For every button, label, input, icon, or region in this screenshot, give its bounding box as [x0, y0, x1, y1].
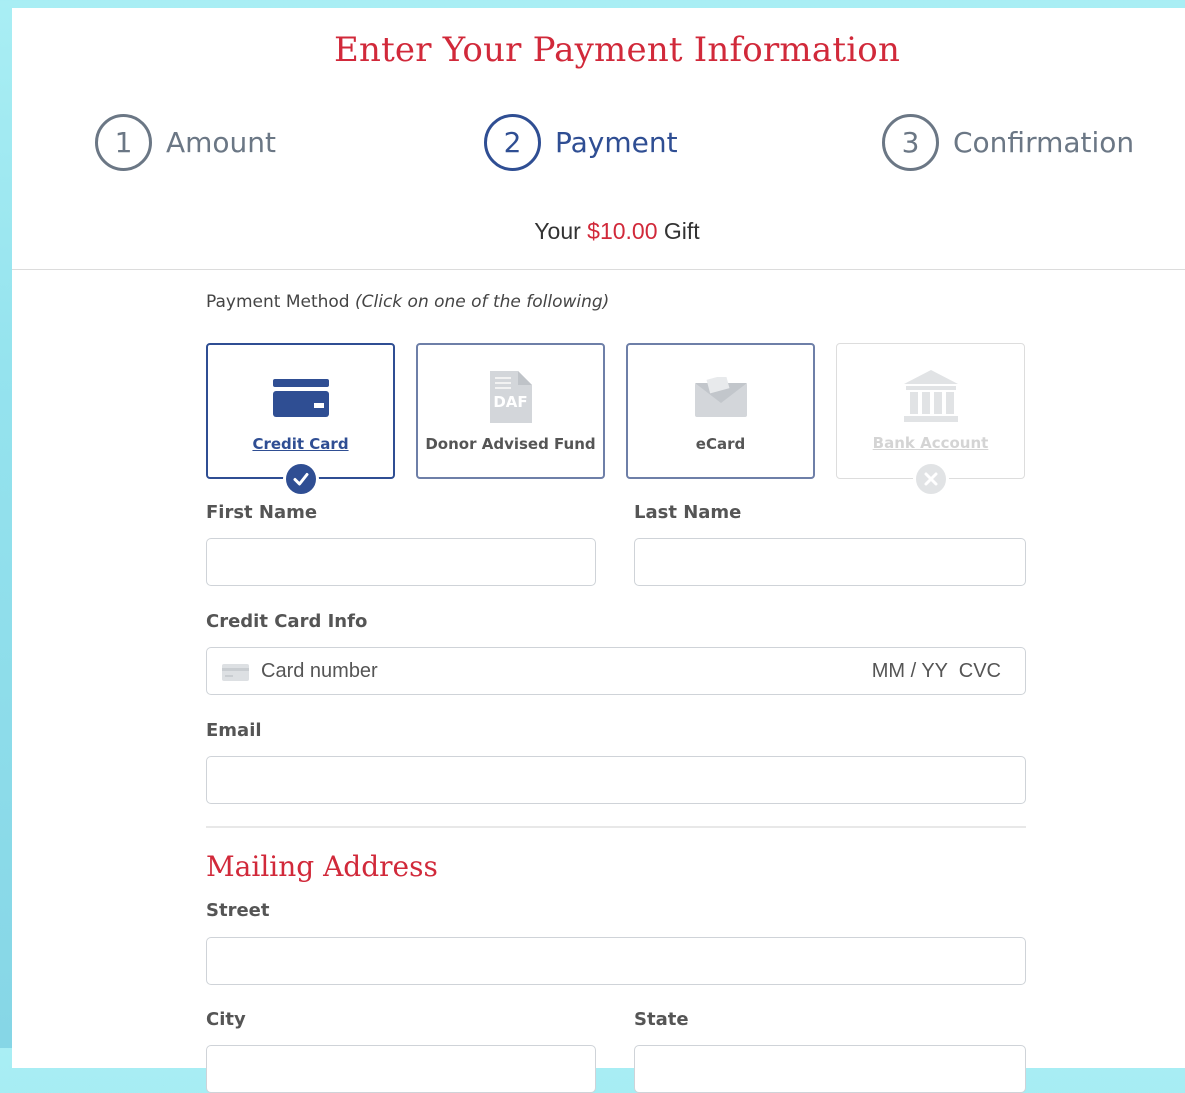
step-number-circle: 3 [882, 114, 939, 171]
section-divider [206, 826, 1026, 828]
payment-method-label: Payment Method (Click on one of the foll… [206, 292, 610, 312]
envelope-icon [694, 377, 747, 417]
card-number-input[interactable]: Card number MM / YY CVC [206, 647, 1026, 695]
city-input[interactable] [206, 1045, 596, 1093]
last-name-input[interactable] [634, 538, 1026, 586]
payment-option-bank-account[interactable]: Bank Account [836, 343, 1025, 479]
daf-icon-text: DAF [493, 393, 528, 411]
mailing-address-heading: Mailing Address [206, 850, 438, 883]
gift-summary: Your $10.00 Gift [12, 218, 1185, 245]
card-number-placeholder: Card number [261, 660, 378, 682]
payment-option-label: Credit Card [252, 435, 349, 453]
credit-card-icon [272, 379, 329, 417]
payment-option-label: Bank Account [872, 434, 989, 452]
payment-option-donor-advised-fund[interactable]: DAF Donor Advised Fund [416, 343, 605, 479]
city-label: City [206, 1009, 246, 1030]
selected-check-icon [283, 461, 319, 497]
page-title: Enter Your Payment Information [333, 30, 901, 70]
gift-amount: $10.00 [587, 218, 658, 244]
gift-suffix: Gift [663, 218, 700, 244]
payment-option-label: Donor Advised Fund [425, 435, 596, 453]
step-label: Amount [166, 126, 277, 159]
last-name-label: Last Name [634, 502, 742, 523]
street-label: Street [206, 900, 270, 921]
card-expiry-cvc-placeholder: MM / YY CVC [871, 660, 1001, 682]
credit-card-info-label: Credit Card Info [206, 611, 368, 632]
first-name-label: First Name [206, 502, 318, 523]
payment-option-credit-card[interactable]: Credit Card [206, 343, 395, 479]
payment-panel: Enter Your Payment Information 1 Amount … [12, 8, 1185, 1093]
card-placeholder-icon [222, 664, 249, 681]
unavailable-x-icon [913, 461, 949, 497]
step-amount: 1 Amount [95, 114, 276, 171]
email-input[interactable] [206, 756, 1026, 804]
state-label: State [634, 1009, 689, 1030]
payment-option-label: eCard [695, 435, 746, 453]
payment-option-ecard[interactable]: eCard [626, 343, 815, 479]
step-label: Confirmation [953, 126, 1135, 159]
step-payment: 2 Payment [484, 114, 678, 171]
step-label: Payment [555, 126, 678, 159]
step-number-circle: 2 [484, 114, 541, 171]
step-confirmation: 3 Confirmation [882, 114, 1134, 171]
step-number-circle: 1 [95, 114, 152, 171]
first-name-input[interactable] [206, 538, 596, 586]
bank-icon [903, 370, 958, 422]
street-input[interactable] [206, 937, 1026, 985]
header-divider [12, 269, 1185, 270]
payment-method-hint: (Click on one of the following) [355, 292, 610, 312]
state-input[interactable] [634, 1045, 1026, 1093]
email-label: Email [206, 720, 262, 741]
gift-prefix: Your [534, 218, 581, 244]
